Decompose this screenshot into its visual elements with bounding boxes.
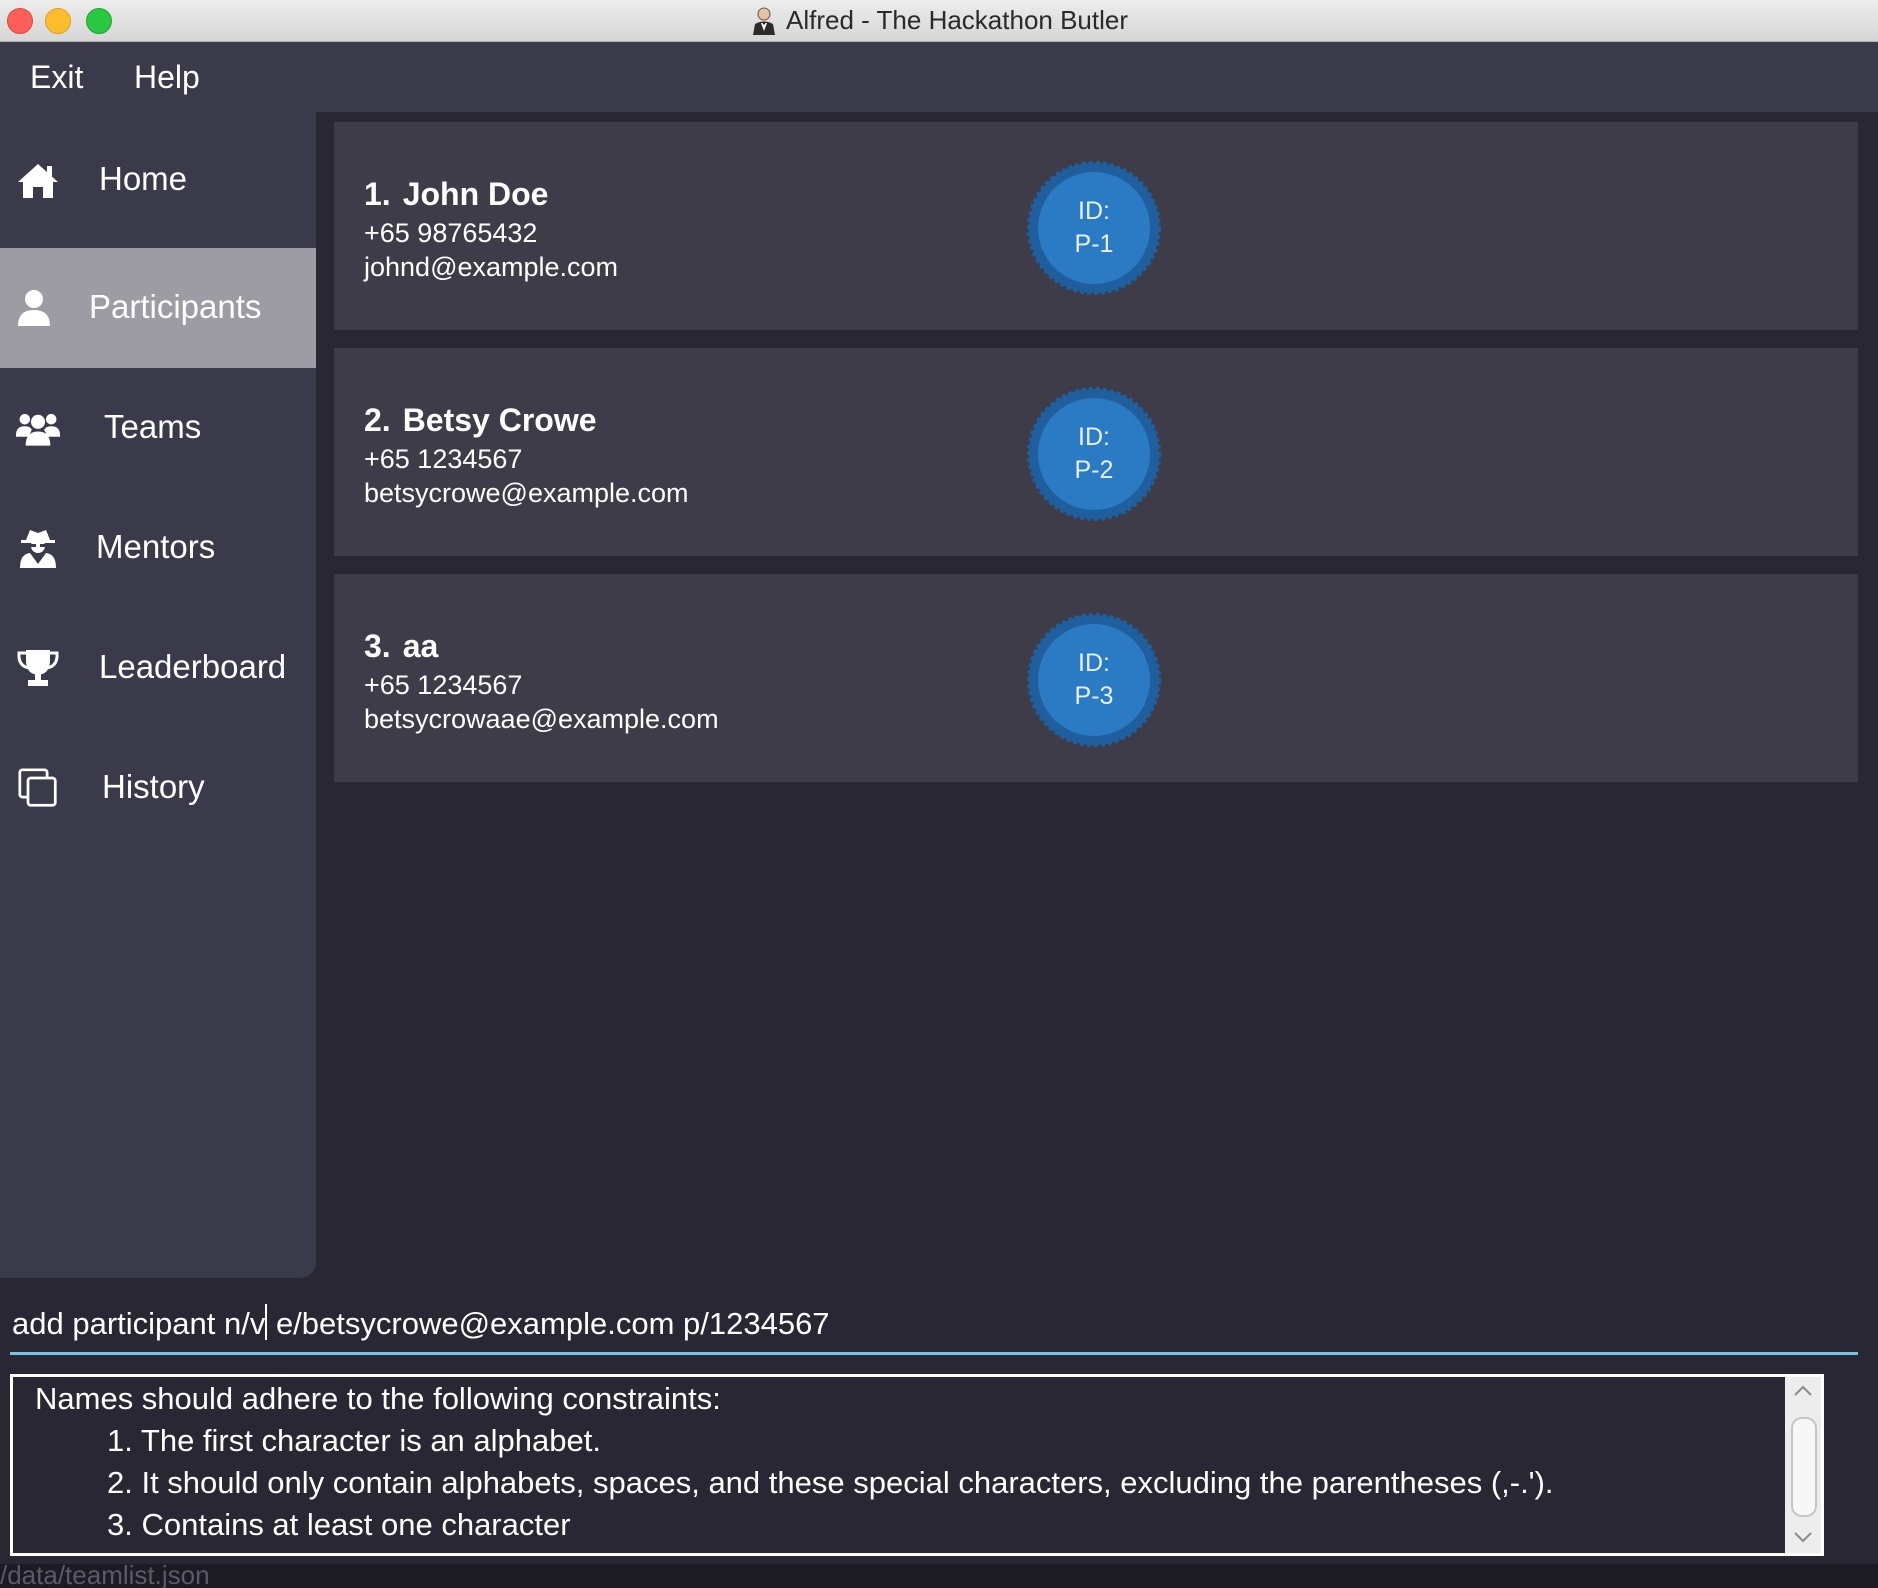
sidebar-item-label: Teams	[104, 408, 202, 445]
sidebar-item-leaderboard[interactable]: Leaderboard	[0, 608, 316, 728]
home-icon	[18, 164, 58, 198]
participant-card[interactable]: 3. aa +65 1234567 betsycrowaae@example.co…	[334, 574, 1858, 782]
sidebar-item-teams[interactable]: Teams	[0, 368, 316, 488]
participant-name: aa	[402, 628, 439, 664]
sidebar-item-history[interactable]: History	[0, 728, 316, 848]
participant-name: John Doe	[402, 176, 549, 212]
participant-index: 1.	[364, 176, 391, 212]
participant-phone: +65 1234567	[364, 444, 523, 474]
sidebar-item-label: Participants	[89, 288, 262, 325]
participant-id: P-3	[1074, 682, 1114, 710]
status-bar: /data/teamlist.json	[0, 1564, 1878, 1588]
scroll-thumb[interactable]	[1791, 1417, 1817, 1517]
participant-index: 2.	[364, 402, 391, 438]
participant-email: betsycrowaae@example.com	[364, 704, 719, 734]
trophy-icon	[17, 650, 59, 686]
sidebar-item-label: Leaderboard	[99, 648, 287, 685]
participant-name: Betsy Crowe	[402, 402, 597, 438]
participant-card[interactable]: 1. John Doe +65 98765432 johnd@example.co…	[334, 122, 1858, 330]
sidebar-item-participants[interactable]: Participants	[0, 248, 316, 368]
result-line: 3. Contains at least one character	[107, 1507, 571, 1542]
window-title-bar: Alfred - The Hackathon Butler	[0, 0, 1878, 42]
participant-id-label: ID:	[1078, 423, 1110, 451]
participant-phone: +65 98765432	[364, 218, 538, 248]
sidebar: Home Participants Teams Mentors Leaderbo…	[0, 112, 316, 1278]
sidebar-item-label: History	[102, 768, 205, 805]
participant-id-label: ID:	[1078, 197, 1110, 225]
participant-id: P-2	[1074, 456, 1114, 484]
result-display[interactable]: Names should adhere to the following con…	[10, 1374, 1824, 1556]
user-secret-icon	[20, 530, 56, 568]
result-scrollbar[interactable]	[1785, 1377, 1821, 1553]
menu-bar: Exit Help	[0, 42, 1878, 112]
participant-id: P-1	[1074, 230, 1114, 258]
sidebar-item-home[interactable]: Home	[0, 120, 316, 240]
participant-id-label: ID:	[1078, 649, 1110, 677]
scroll-up-icon[interactable]	[1793, 1385, 1813, 1397]
participant-id-badge: ID: P-1	[1026, 160, 1162, 296]
copy-icon	[18, 768, 57, 807]
users-icon	[16, 413, 60, 446]
participant-email: betsycrowe@example.com	[364, 478, 689, 508]
command-input[interactable]: add participant n/v e/betsycrowe@example…	[10, 1296, 1858, 1355]
sidebar-item-label: Mentors	[96, 528, 216, 565]
menu-help[interactable]: Help	[134, 59, 200, 96]
sidebar-item-label: Home	[99, 160, 188, 197]
participant-email: johnd@example.com	[364, 252, 619, 282]
command-text-before-caret: add participant n/v	[12, 1306, 266, 1341]
butler-logo-icon	[752, 7, 775, 35]
scroll-down-icon[interactable]	[1793, 1531, 1813, 1543]
sidebar-item-mentors[interactable]: Mentors	[0, 488, 316, 608]
status-file-path: /data/teamlist.json	[0, 1564, 210, 1588]
result-line: Names should adhere to the following con…	[35, 1381, 721, 1416]
result-line: 2. It should only contain alphabets, spa…	[107, 1465, 1554, 1500]
menu-exit[interactable]: Exit	[30, 59, 83, 96]
result-line: 1. The first character is an alphabet.	[107, 1423, 601, 1458]
user-icon	[18, 290, 50, 326]
participant-id-badge: ID: P-3	[1026, 612, 1162, 748]
participant-phone: +65 1234567	[364, 670, 523, 700]
window-title: Alfred - The Hackathon Butler	[785, 5, 1129, 35]
command-text-after-caret: e/betsycrowe@example.com p/1234567	[267, 1306, 830, 1341]
participant-index: 3.	[364, 628, 391, 664]
participant-id-badge: ID: P-2	[1026, 386, 1162, 522]
participant-card[interactable]: 2. Betsy Crowe +65 1234567 betsycrowe@exa…	[334, 348, 1858, 556]
